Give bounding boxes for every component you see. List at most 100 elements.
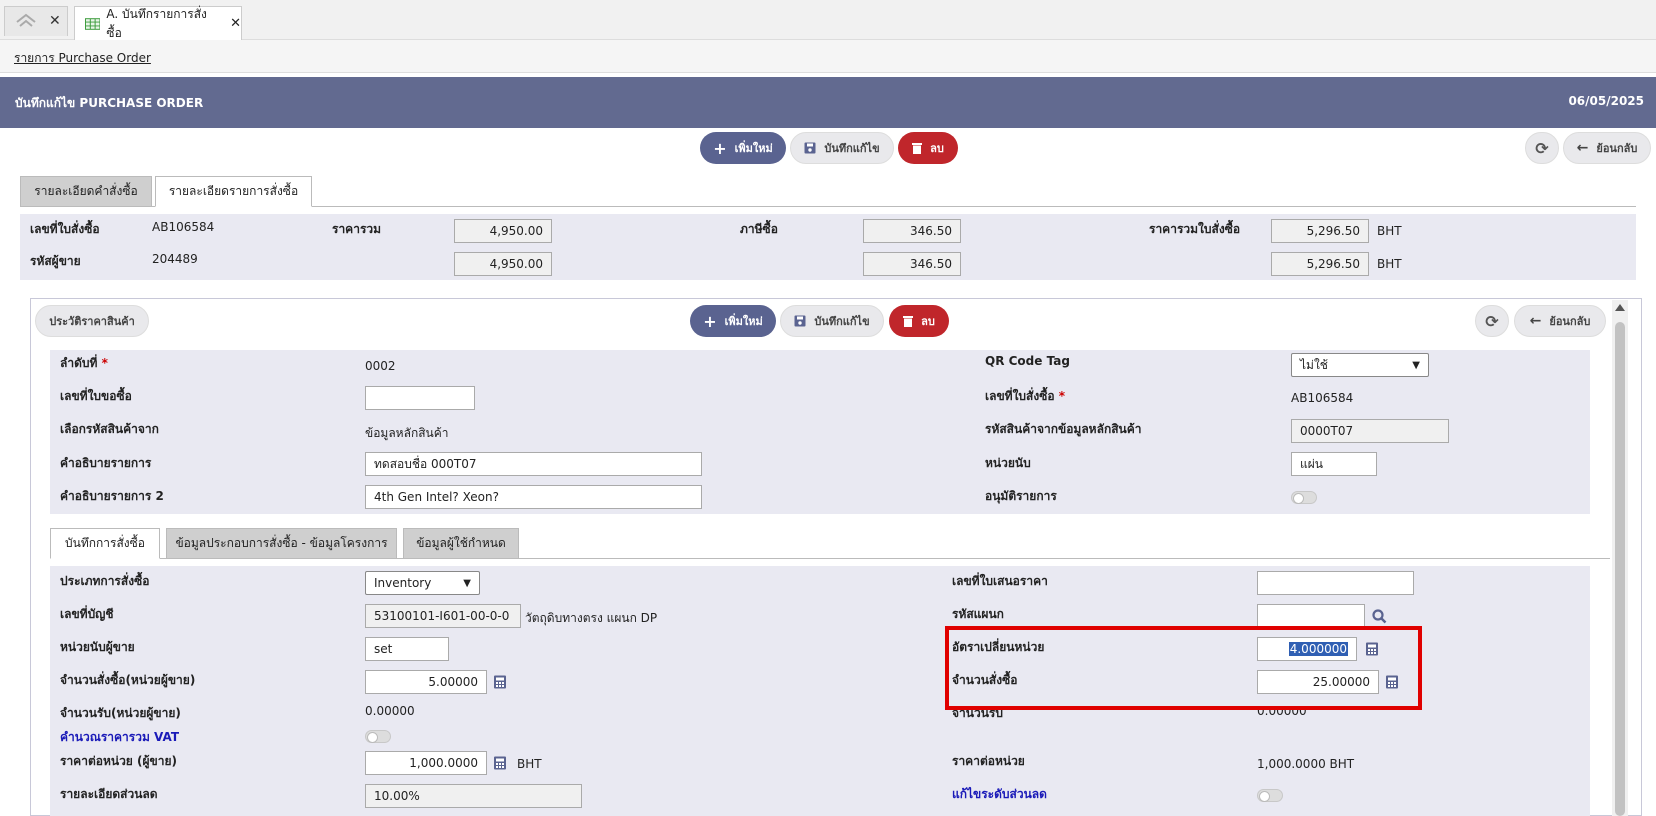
recv-vendor-label: จำนวนรับ(หน่วยผู้ขาย): [60, 706, 181, 720]
scrollbar[interactable]: [1612, 300, 1628, 816]
item-delete-button[interactable]: ลบ: [889, 305, 949, 337]
quote-field[interactable]: [1257, 571, 1414, 595]
grand-total-label: ราคารวมใบสั่งซื้อ: [1149, 222, 1241, 236]
search-icon[interactable]: [1372, 609, 1387, 624]
tax-label: ภาษีซื้อ: [740, 222, 778, 236]
item-refresh-button[interactable]: ⟳: [1475, 305, 1509, 337]
vat-toggle[interactable]: [365, 730, 391, 743]
item-back-button[interactable]: ← ย้อนกลับ: [1514, 305, 1606, 337]
item-save-button[interactable]: บันทึกแก้ไข: [780, 305, 884, 337]
vendor-value: 204489: [152, 252, 198, 266]
tax-field: 346.50: [863, 219, 961, 243]
chevron-down-icon: ▼: [463, 577, 471, 589]
close-icon[interactable]: ✕: [230, 16, 241, 31]
unit-label: หน่วยนับ: [985, 456, 1031, 470]
refresh-button[interactable]: ⟳: [1525, 132, 1559, 164]
save-button[interactable]: บันทึกแก้ไข: [790, 132, 894, 164]
vat-label: คำนวณราคารวม VAT: [60, 730, 180, 744]
qr-label: QR Code Tag: [985, 354, 1070, 368]
chevron-down-icon: ▼: [1412, 359, 1420, 371]
home-icon: [16, 13, 36, 27]
tab-order-item-details[interactable]: รายละเอียดรายการสั่งซื้อ: [155, 176, 312, 207]
po-no-value: AB106584: [152, 220, 215, 234]
vendor-unit-field[interactable]: set: [365, 637, 449, 661]
account-description: วัตถุดิบทางตรง แผนก DP: [525, 611, 658, 625]
order-type-select[interactable]: Inventory ▼: [365, 571, 480, 595]
discount-level-label: แก้ไขระดับส่วนลด: [952, 787, 1047, 801]
tab-project-info[interactable]: ข้อมูลประกอบการสั่งซื้อ - ข้อมูลโครงการ: [166, 528, 397, 559]
arrow-left-icon: ←: [1529, 313, 1542, 329]
price-value: 1,000.0000 BHT: [1257, 757, 1355, 771]
seq-value: 0002: [365, 359, 396, 373]
calculator-icon[interactable]: [493, 756, 507, 770]
trash-icon: [903, 316, 914, 327]
total-field-2: 4,950.00: [454, 252, 552, 276]
window-tab-bar: ✕ A. บันทึกรายการสั่งซื้อ ✕: [0, 0, 1656, 40]
currency-label: BHT: [517, 757, 542, 771]
tax-field-2: 346.50: [863, 252, 961, 276]
discount-field: 10.00%: [365, 784, 582, 808]
highlight-box: [945, 626, 1422, 710]
sheet-icon: [85, 17, 101, 30]
price-vendor-field[interactable]: 1,000.0000: [365, 751, 487, 775]
discount-level-toggle[interactable]: [1257, 789, 1283, 802]
order-type-label: ประเภทการสั่งซื้อ: [60, 574, 150, 588]
total-field: 4,950.00: [454, 219, 552, 243]
breadcrumb-bar: รายการ Purchase Order: [0, 40, 1656, 73]
pr-no-label: เลขที่ใบขอซื้อ: [60, 389, 132, 403]
approve-label: อนุมัติรายการ: [985, 489, 1057, 503]
tab-order-entry[interactable]: บันทึกการสั่งซื้อ: [50, 528, 160, 559]
plus-icon: +: [703, 311, 717, 331]
scroll-up-icon[interactable]: [1615, 304, 1625, 311]
save-icon: [794, 315, 806, 327]
vendor-label: รหัสผู้ขาย: [30, 254, 81, 268]
breadcrumb-link[interactable]: รายการ Purchase Order: [14, 49, 151, 68]
trash-icon: [912, 143, 923, 154]
qr-select[interactable]: ไม่ใช้ ▼: [1291, 353, 1429, 377]
save-icon: [804, 142, 816, 154]
back-button[interactable]: ← ย้อนกลับ: [1563, 132, 1651, 164]
account-label: เลขที่บัญชี: [60, 607, 114, 621]
description2-field[interactable]: 4th Gen Intel? Xeon?: [365, 485, 702, 509]
close-icon[interactable]: ✕: [49, 13, 61, 29]
tab-user-defined[interactable]: ข้อมูลผู้ใช้กำหนด: [403, 528, 519, 559]
discount-label: รายละเอียดส่วนลด: [60, 787, 158, 801]
home-tab[interactable]: ✕: [4, 6, 68, 36]
price-history-button[interactable]: ประวัติราคาสินค้า: [35, 305, 149, 337]
summary-panel: เลขที่ใบสั่งซื้อ AB106584 รหัสผู้ขาย 204…: [20, 214, 1636, 280]
price-vendor-label: ราคาต่อหน่วย (ผู้ขาย): [60, 754, 177, 768]
refresh-icon: ⟳: [1485, 311, 1499, 331]
item-add-button[interactable]: + เพิ่มใหม่: [690, 305, 776, 337]
po-no-label-2: เลขที่ใบสั่งซื้อ *: [985, 389, 1066, 403]
po-no-label: เลขที่ใบสั่งซื้อ: [30, 222, 100, 236]
account-field: 53100101-I601-00-0-0: [365, 604, 521, 628]
total-label: ราคารวม: [332, 222, 382, 236]
tab-purchase-order[interactable]: A. บันทึกรายการสั่งซื้อ ✕: [74, 6, 242, 40]
unit-field[interactable]: แผ่น: [1291, 452, 1377, 476]
price-history-label: ประวัติราคาสินค้า: [49, 315, 135, 328]
scroll-thumb[interactable]: [1615, 322, 1625, 816]
delete-button[interactable]: ลบ: [898, 132, 958, 164]
item-panel: ลำดับที่ * 0002 เลขที่ใบขอซื้อ เลือกรหัส…: [50, 350, 1590, 514]
qty-vendor-field[interactable]: 5.00000: [365, 670, 487, 694]
tab-order-details[interactable]: รายละเอียดคำสั่งซื้อ: [20, 176, 152, 207]
description2-label: คำอธิบายรายการ 2: [60, 489, 164, 503]
approve-toggle[interactable]: [1291, 491, 1317, 504]
dept-field[interactable]: [1257, 604, 1365, 628]
recv-vendor-value: 0.00000: [365, 704, 415, 718]
calculator-icon[interactable]: [493, 675, 507, 689]
page-date: 06/05/2025: [1568, 94, 1644, 108]
select-from-value: ข้อมูลหลักสินค้า: [365, 426, 449, 440]
dept-label: รหัสแผนก: [952, 607, 1004, 621]
description-field[interactable]: ทดสอบชื่อ 000T07: [365, 452, 702, 476]
product-code-label: รหัสสินค้าจากข้อมูลหลักสินค้า: [985, 422, 1142, 436]
pr-no-field[interactable]: [365, 386, 475, 410]
refresh-icon: ⟳: [1535, 138, 1549, 158]
order-type-value: Inventory: [374, 576, 432, 590]
po-no-value-2: AB106584: [1291, 391, 1354, 405]
vendor-unit-label: หน่วยนับผู้ขาย: [60, 640, 135, 654]
add-button[interactable]: + เพิ่มใหม่: [700, 132, 786, 164]
arrow-left-icon: ←: [1576, 140, 1589, 156]
page-header: บันทึกแก้ไข PURCHASE ORDER 06/05/2025: [0, 77, 1656, 128]
tab-title: A. บันทึกรายการสั่งซื้อ: [106, 6, 207, 40]
